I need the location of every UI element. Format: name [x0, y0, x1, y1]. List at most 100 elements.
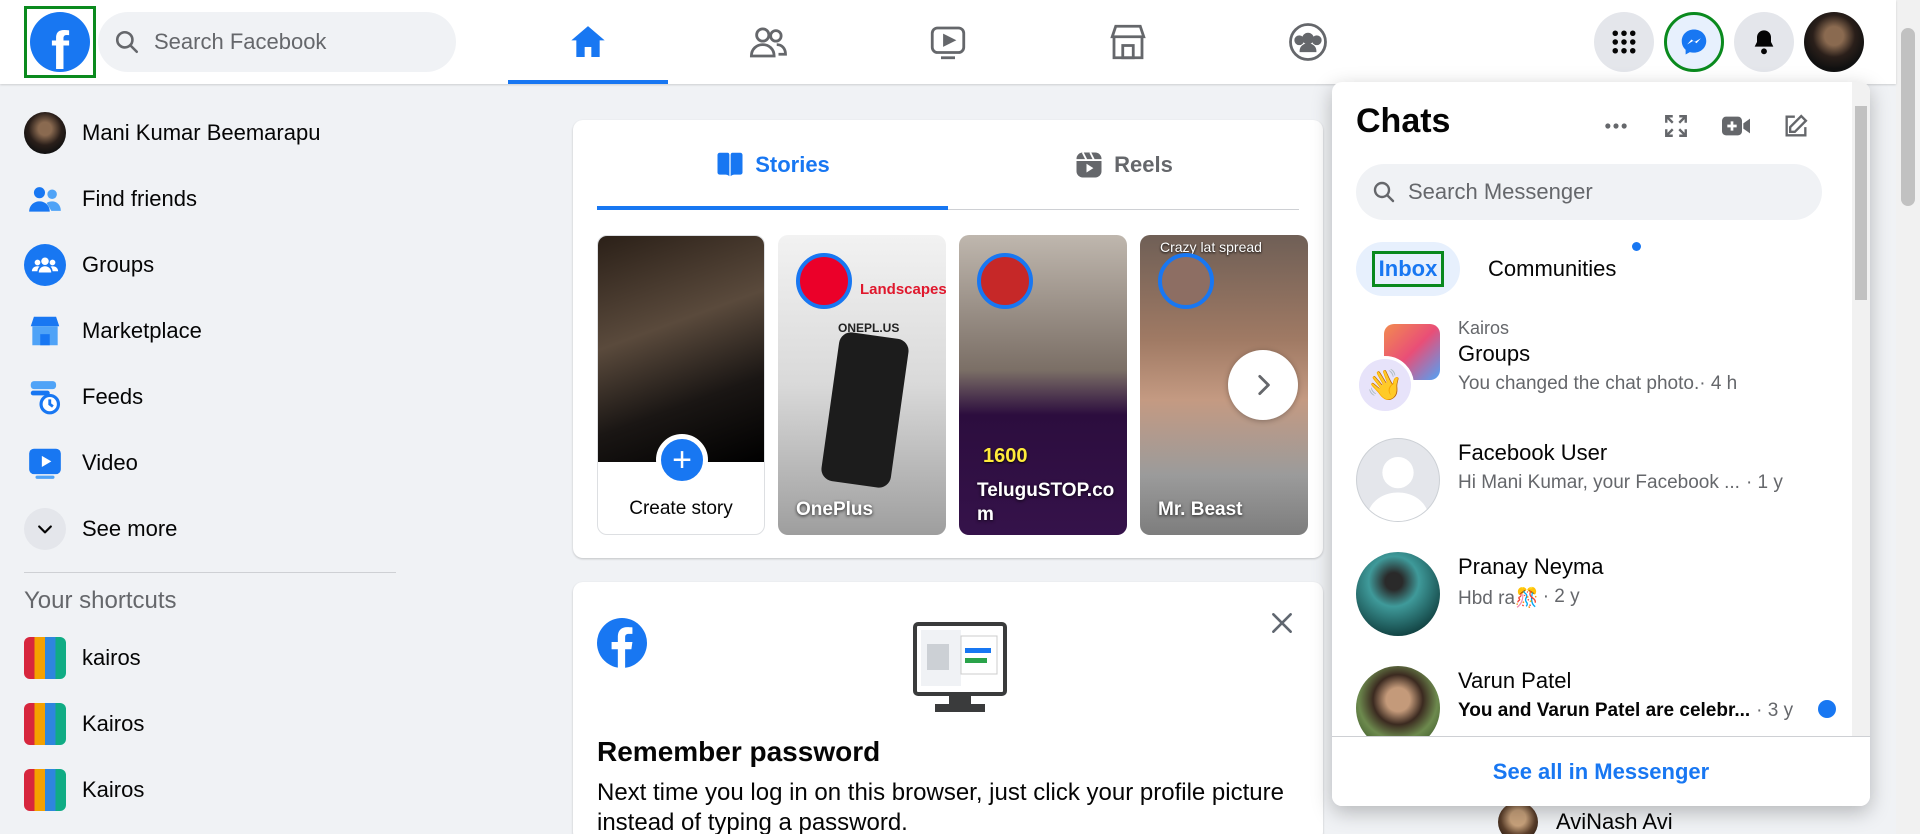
messenger-icon: [1681, 29, 1707, 55]
main-nav: [508, 0, 1408, 84]
group-thumbnail-icon: [24, 637, 66, 679]
story-avatar: [977, 253, 1033, 309]
sidebar-item-label: Mani Kumar Beemarapu: [82, 120, 321, 145]
plus-icon: +: [656, 434, 708, 486]
chats-scrollbar[interactable]: [1852, 82, 1870, 736]
search-placeholder: Search Facebook: [154, 29, 327, 54]
messenger-button[interactable]: [1664, 12, 1724, 72]
sidebar-item-profile[interactable]: Mani Kumar Beemarapu: [0, 100, 400, 166]
facebook-logo-icon: [597, 618, 647, 668]
notifications-icon: [1754, 30, 1774, 55]
stories-next-button[interactable]: [1228, 350, 1298, 420]
menu-button[interactable]: [1594, 12, 1654, 72]
nav-marketplace[interactable]: [1048, 0, 1208, 84]
story-overlay-text: Crazy lat spread: [1160, 239, 1262, 255]
search-icon: [115, 30, 139, 54]
filter-label: Inbox: [1371, 251, 1445, 287]
notifications-button[interactable]: [1734, 12, 1794, 72]
filter-communities[interactable]: Communities: [1488, 242, 1616, 296]
sidebar-item-groups[interactable]: Groups: [0, 232, 400, 298]
conversation-text: Pranay Neyma Hbd ra🎊 · 2 y: [1458, 552, 1798, 610]
nav-friends[interactable]: [688, 0, 848, 84]
shortcut-item[interactable]: kairos: [0, 625, 400, 691]
sidebar-item-video[interactable]: Video: [0, 430, 400, 496]
search-facebook-input[interactable]: Search Facebook: [98, 12, 456, 72]
group-thumbnail-icon: [24, 769, 66, 811]
story-avatar: [1158, 253, 1214, 309]
contact-item[interactable]: AviNash Avi: [1498, 802, 1673, 834]
stories-card: Stories Reels + Create story Landscapes …: [573, 120, 1323, 558]
sidebar-item-find-friends[interactable]: Find friends: [0, 166, 400, 232]
sidebar-item-label: Feeds: [82, 384, 144, 409]
conversation-time: · 4 h: [1699, 373, 1738, 394]
conversation-message: Hi Mani Kumar, your Facebook ...: [1458, 472, 1740, 493]
story-card[interactable]: 1600 TeluguSTOP.co m: [959, 235, 1127, 535]
tab-label: Stories: [755, 151, 830, 177]
conversation-time: · 2 y: [1542, 586, 1580, 607]
sidebar-item-marketplace[interactable]: Marketplace: [0, 298, 400, 364]
account-avatar[interactable]: [1804, 12, 1864, 72]
story-name: OnePlus: [796, 499, 874, 520]
story-card[interactable]: Landscapes ONEPL.US OnePlus: [778, 235, 946, 535]
page-scrollbar-thumb[interactable]: [1901, 28, 1915, 206]
sidebar-item-label: Marketplace: [82, 318, 202, 343]
marketplace-icon: [24, 310, 66, 352]
conversation-text: Kairos Groups You changed the chat photo…: [1458, 318, 1798, 395]
conversation-item[interactable]: 👋 Kairos Groups You changed the chat pho…: [1356, 318, 1836, 418]
conversation-item[interactable]: Pranay Neyma Hbd ra🎊 · 2 y: [1356, 544, 1836, 644]
conversation-message: You changed the chat photo.: [1458, 373, 1700, 394]
remember-password-card: Remember password Next time you log in o…: [573, 582, 1323, 834]
conversation-message: You and Varun Patel are celebr...: [1458, 700, 1751, 721]
conversation-name: Groups: [1458, 341, 1531, 366]
marketplace-icon: [1110, 24, 1146, 60]
shortcut-item[interactable]: Kairos: [0, 691, 400, 757]
nav-home[interactable]: [508, 0, 668, 84]
stories-tabs: Stories Reels: [597, 120, 1299, 210]
tab-reels[interactable]: Reels: [948, 120, 1299, 209]
expand-button[interactable]: [1654, 104, 1698, 148]
default-avatar: [1356, 438, 1440, 522]
close-icon[interactable]: [1269, 610, 1295, 636]
search-icon: [1373, 181, 1395, 203]
filter-label: Communities: [1488, 256, 1617, 281]
menu-grid-icon: [1612, 30, 1636, 54]
home-icon: [571, 26, 605, 57]
filter-inbox[interactable]: Inbox: [1356, 242, 1460, 296]
conversation-name: Varun Patel: [1458, 668, 1572, 693]
shortcut-item[interactable]: Kairos: [0, 757, 400, 823]
search-messenger-input[interactable]: Search Messenger: [1356, 164, 1822, 220]
compose-icon: [1785, 114, 1808, 137]
conversation-name: Pranay Neyma: [1458, 554, 1604, 579]
chats-scrollbar-thumb[interactable]: [1855, 106, 1867, 300]
nav-watch[interactable]: [868, 0, 1028, 84]
top-navigation-bar: f Search Facebook: [0, 0, 1896, 84]
new-message-button[interactable]: [1774, 104, 1818, 148]
facebook-logo[interactable]: f: [24, 6, 96, 78]
see-all-in-messenger-link[interactable]: See all in Messenger: [1332, 736, 1870, 806]
conversation-item[interactable]: Facebook User Hi Mani Kumar, your Facebo…: [1356, 430, 1836, 530]
conversation-preview: You changed the chat photo. · 4 h: [1458, 373, 1798, 395]
create-story-label: Create story: [629, 498, 733, 519]
tab-label: Reels: [1114, 151, 1173, 177]
new-room-button[interactable]: [1714, 104, 1758, 148]
sidebar-item-feeds[interactable]: Feeds: [0, 364, 400, 430]
expand-icon: [1665, 115, 1687, 137]
conversation-text: Facebook User Hi Mani Kumar, your Facebo…: [1458, 438, 1798, 494]
sidebar-item-see-more[interactable]: See more: [0, 496, 400, 562]
page-scrollbar[interactable]: [1896, 0, 1920, 834]
left-sidebar: Mani Kumar Beemarapu Find friends Groups…: [0, 100, 400, 823]
book-icon: [717, 152, 743, 176]
shortcut-label: Kairos: [82, 711, 145, 736]
chevron-right-icon: [1258, 374, 1270, 396]
video-icon: [24, 442, 66, 484]
chats-actions: [1594, 104, 1834, 148]
chats-title: Chats: [1356, 102, 1451, 140]
chats-options-button[interactable]: [1594, 104, 1638, 148]
sidebar-item-label: Groups: [82, 252, 155, 277]
groups-icon: [1289, 23, 1327, 61]
create-story-card[interactable]: + Create story: [597, 235, 765, 535]
tab-stories[interactable]: Stories: [597, 120, 948, 210]
conversation-community: Kairos: [1458, 318, 1510, 338]
remember-password-title: Remember password: [597, 736, 881, 767]
nav-groups[interactable]: [1228, 0, 1388, 84]
